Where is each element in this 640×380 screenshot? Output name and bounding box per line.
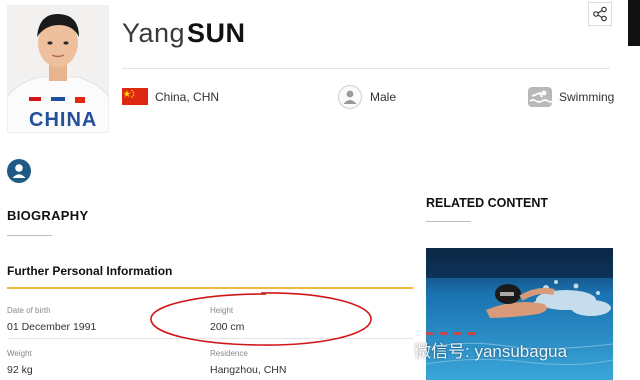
biography-underline	[7, 235, 52, 236]
height-highlight-ellipse	[148, 290, 374, 348]
athlete-country: China, CHN	[155, 90, 220, 104]
user-icon	[7, 159, 31, 183]
share-button[interactable]	[588, 2, 612, 26]
athlete-first-name: Yang	[122, 18, 186, 48]
weight-label: Weight	[7, 349, 32, 358]
page-edge-bar	[628, 0, 640, 46]
athlete-last-name: SUN	[187, 18, 246, 48]
biography-heading: BIOGRAPHY	[7, 208, 89, 223]
athlete-sport: Swimming	[559, 90, 615, 104]
section-accent-rule	[7, 287, 413, 289]
athlete-photo: CHINA	[7, 5, 109, 133]
residence-value: Hangzhou, CHN	[210, 364, 287, 376]
wechat-watermark: 微信号: yansubagua	[414, 342, 568, 361]
dob-value: 01 December 1991	[7, 321, 97, 333]
share-icon	[593, 6, 607, 22]
wechat-icon	[388, 341, 410, 364]
dob-label: Date of birth	[7, 306, 51, 315]
china-flag-icon	[122, 88, 148, 105]
related-content-heading: RELATED CONTENT	[426, 196, 548, 210]
residence-label: Residence	[210, 349, 248, 358]
weight-value: 92 kg	[7, 364, 33, 376]
jersey-text: CHINA	[29, 109, 98, 131]
related-underline	[426, 221, 471, 222]
gender-icon	[338, 85, 362, 109]
further-info-heading: Further Personal Information	[7, 264, 173, 278]
header-divider	[122, 68, 610, 69]
athlete-gender: Male	[370, 90, 397, 104]
swimming-icon	[527, 84, 553, 110]
